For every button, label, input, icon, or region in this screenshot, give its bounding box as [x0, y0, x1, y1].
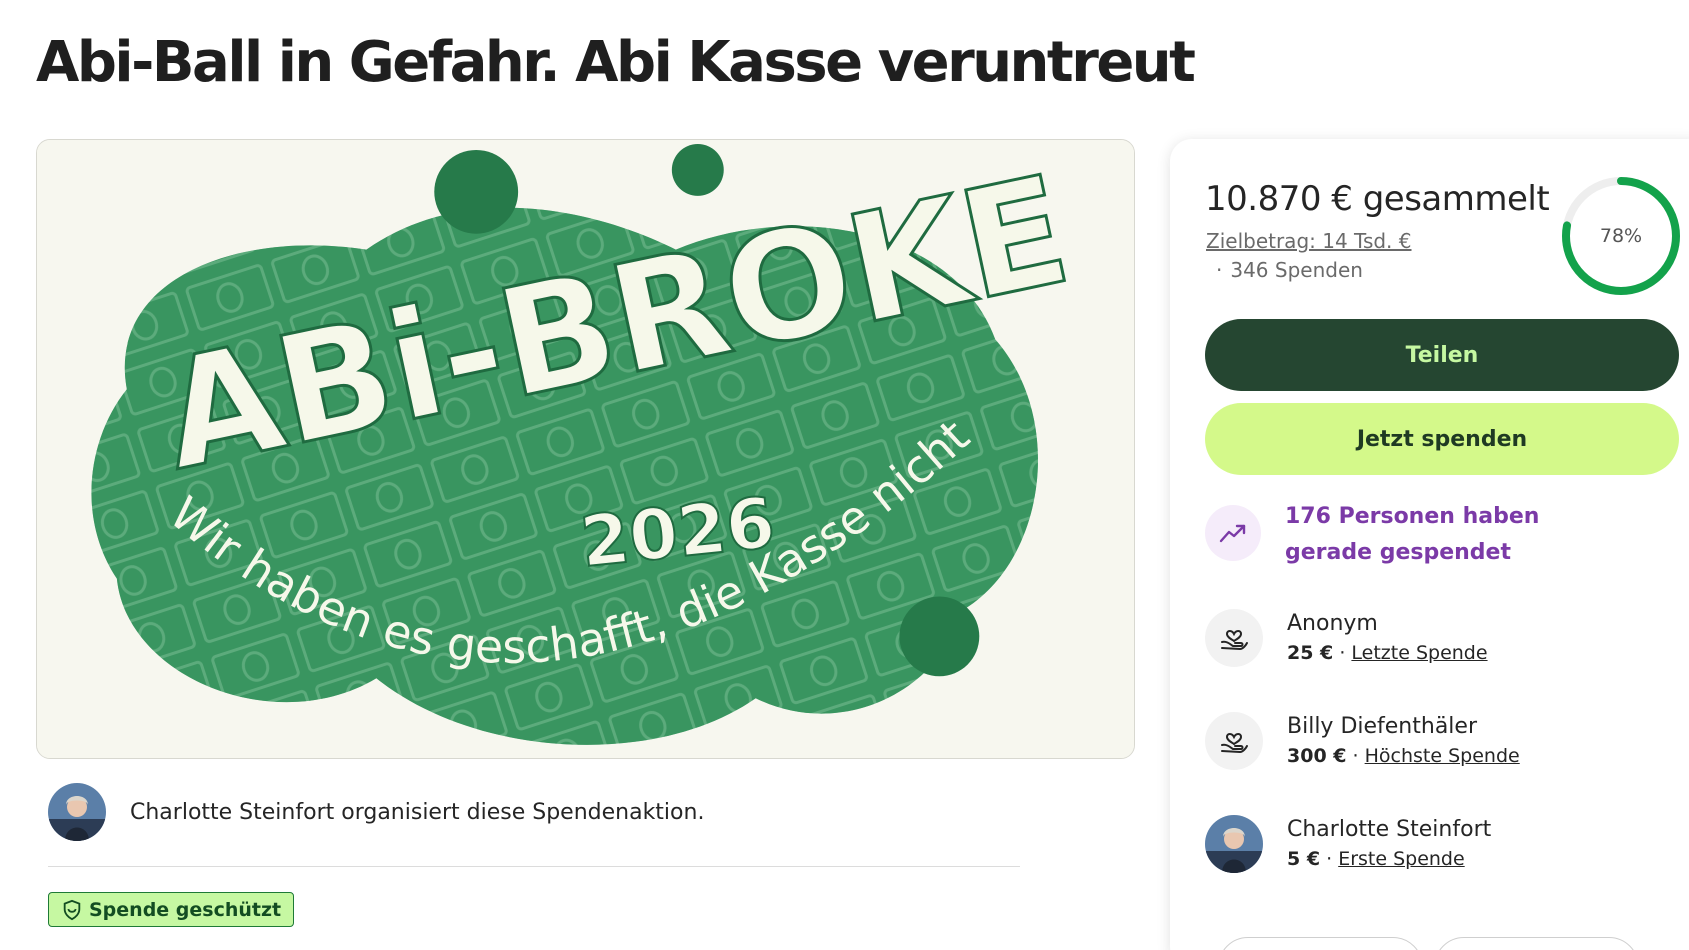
recent-donations-trend: 176 Personen haben gerade gespendet — [1205, 499, 1615, 571]
donation-count: · 346 Spenden — [1216, 258, 1363, 282]
heart-hand-icon — [1221, 630, 1248, 651]
donor-name: Anonym — [1287, 611, 1378, 636]
progress-percent: 78% — [1599, 225, 1643, 247]
donate-button[interactable]: Jetzt spenden — [1205, 403, 1679, 475]
donor-tag-link[interactable]: Letzte Spende — [1351, 642, 1487, 664]
divider — [48, 866, 1020, 867]
amount-raised: 10.870 € gesammelt — [1205, 179, 1550, 219]
donor-row: Billy Diefenthäler 300 € · Höchste Spend… — [1205, 712, 1520, 770]
organizer-avatar[interactable] — [48, 783, 106, 841]
donation-sidebar: 10.870 € gesammelt Zielbetrag: 14 Tsd. €… — [1170, 139, 1689, 950]
organizer-row: Charlotte Steinfort organisiert diese Sp… — [48, 783, 704, 841]
donor-avatar[interactable] — [1205, 815, 1263, 873]
trend-text: 176 Personen haben gerade gespendet — [1285, 504, 1540, 565]
hero-dot — [899, 596, 980, 677]
donor-tag-link[interactable]: Höchste Spende — [1365, 745, 1520, 767]
avatar — [1205, 815, 1263, 873]
hero-artwork: ABi-BROKE 2026 Wir haben es geschafft, d… — [37, 140, 1134, 758]
donor-separator: · — [1346, 745, 1365, 767]
goal-link[interactable]: Zielbetrag: 14 Tsd. € — [1206, 229, 1412, 253]
donation-count-text: 346 Spenden — [1230, 258, 1363, 282]
donor-row: Anonym 25 € · Letzte Spende — [1205, 609, 1488, 667]
page-title: Abi-Ball in Gefahr. Abi Kasse veruntreut — [36, 30, 1196, 95]
donor-meta: 5 € · Erste Spende — [1287, 845, 1491, 873]
shield-icon — [63, 899, 81, 920]
progress-ring: 78% — [1558, 173, 1684, 299]
donor-amount: 300 € — [1287, 745, 1347, 767]
see-top-donations-button[interactable] — [1434, 937, 1639, 950]
trending-up-icon — [1219, 524, 1246, 543]
donation-protected-badge[interactable]: Spende geschützt — [48, 892, 295, 927]
donor-amount: 5 € — [1287, 848, 1321, 870]
heart-hand-icon — [1221, 733, 1248, 754]
hero-dot — [671, 143, 724, 196]
donor-icon — [1205, 609, 1263, 667]
donor-name: Billy Diefenthäler — [1287, 714, 1477, 739]
donor-separator: · — [1333, 642, 1352, 664]
donor-separator: · — [1320, 848, 1339, 870]
donor-meta: 25 € · Letzte Spende — [1287, 639, 1488, 667]
organizer-text: Charlotte Steinfort organisiert diese Sp… — [130, 799, 705, 825]
donor-name: Charlotte Steinfort — [1287, 817, 1492, 842]
see-all-donations-button[interactable] — [1218, 937, 1423, 950]
campaign-hero-image[interactable]: ABi-BROKE 2026 Wir haben es geschafft, d… — [36, 139, 1135, 759]
donor-amount: 25 € — [1287, 642, 1334, 664]
donor-row: Charlotte Steinfort 5 € · Erste Spende — [1205, 815, 1491, 873]
hero-dot — [434, 149, 519, 234]
donor-meta: 300 € · Höchste Spende — [1287, 742, 1520, 770]
donor-tag-link[interactable]: Erste Spende — [1338, 848, 1465, 870]
badge-label: Spende geschützt — [89, 898, 282, 921]
donor-icon — [1205, 712, 1263, 770]
trend-icon-wrap — [1205, 505, 1261, 561]
share-button[interactable]: Teilen — [1205, 319, 1679, 391]
